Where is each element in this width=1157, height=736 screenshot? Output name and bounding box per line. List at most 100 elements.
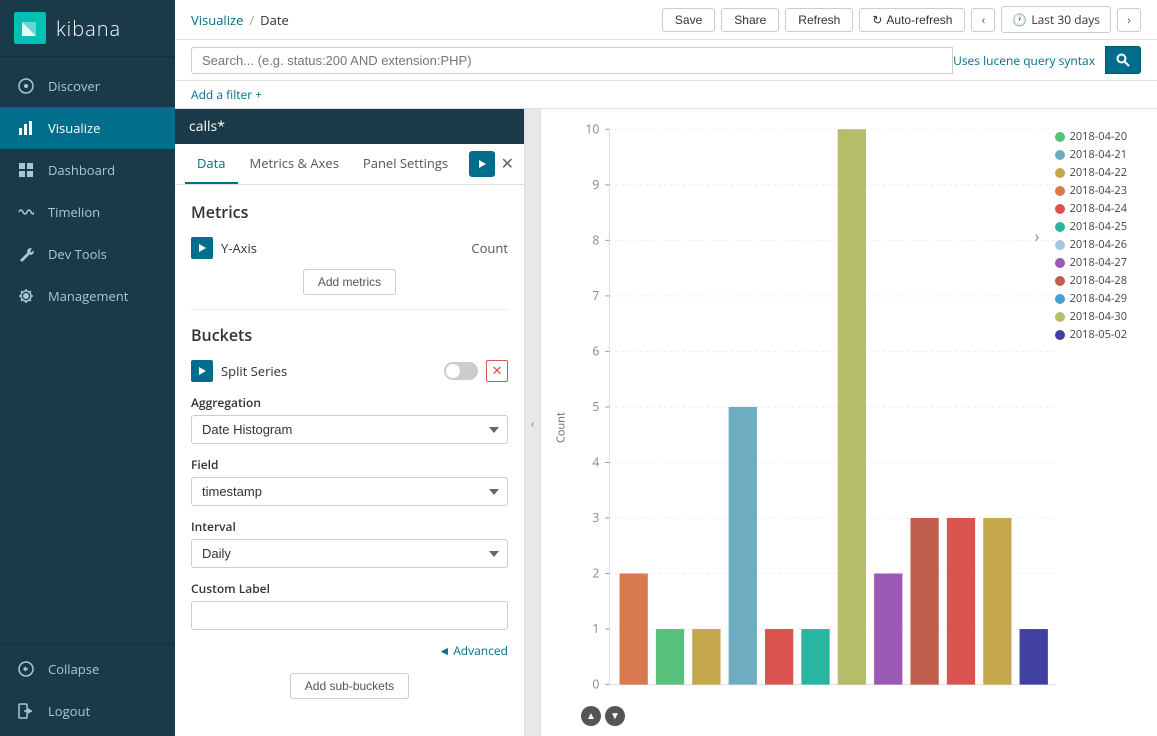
close-panel-button[interactable]: ✕ bbox=[501, 154, 514, 174]
panel-tab-actions: ✕ bbox=[469, 151, 514, 177]
add-metrics-button[interactable]: Add metrics bbox=[303, 269, 396, 295]
logout-label: Logout bbox=[48, 702, 90, 720]
sidebar-item-logout[interactable]: Logout bbox=[0, 690, 175, 732]
run-button[interactable] bbox=[469, 151, 495, 177]
add-filter-button[interactable]: Add a filter + bbox=[191, 86, 262, 103]
share-button[interactable]: Share bbox=[721, 8, 779, 32]
sidebar-item-collapse[interactable]: Collapse bbox=[0, 648, 175, 690]
bucket-split-label: Split Series bbox=[221, 362, 436, 380]
breadcrumb-sep: / bbox=[249, 11, 254, 29]
legend-color-1 bbox=[1055, 150, 1065, 160]
timelion-label: Timelion bbox=[48, 203, 100, 221]
legend-color-3 bbox=[1055, 186, 1065, 196]
save-button[interactable]: Save bbox=[662, 8, 715, 32]
prev-arrow[interactable]: ‹ bbox=[971, 8, 995, 32]
legend-item-8: 2018-04-28 bbox=[1055, 273, 1127, 288]
date-range-picker[interactable]: 🕐 Last 30 days bbox=[1001, 6, 1111, 33]
legend-label-10: 2018-04-30 bbox=[1070, 309, 1127, 324]
legend-color-11 bbox=[1055, 330, 1065, 340]
sidebar-item-management[interactable]: Management bbox=[0, 275, 175, 317]
metric-expand-button[interactable] bbox=[191, 237, 213, 259]
refresh-button[interactable]: Refresh bbox=[785, 8, 853, 32]
content-area: calls* Data Metrics & Axes Panel Setting… bbox=[175, 109, 1157, 736]
sidebar-item-timelion[interactable]: Timelion bbox=[0, 191, 175, 233]
panel-title: calls* bbox=[189, 117, 225, 136]
field-label: Field bbox=[191, 456, 508, 473]
search-button[interactable] bbox=[1105, 46, 1141, 74]
bucket-item-split-series: Split Series ✕ bbox=[191, 360, 508, 382]
legend-color-9 bbox=[1055, 294, 1065, 304]
add-sub-buckets-button[interactable]: Add sub-buckets bbox=[290, 673, 409, 699]
bar-1 bbox=[656, 629, 684, 685]
legend-label-4: 2018-04-24 bbox=[1070, 201, 1127, 216]
play-icon bbox=[197, 243, 207, 253]
collapse-handle-icon: ‹ bbox=[531, 416, 534, 430]
legend-expand-icon[interactable]: › bbox=[1035, 225, 1040, 247]
bar-5 bbox=[801, 629, 829, 685]
bar-8 bbox=[910, 518, 938, 685]
management-label: Management bbox=[48, 287, 128, 305]
svg-text:9: 9 bbox=[592, 176, 599, 193]
field-select[interactable]: timestamp bbox=[191, 477, 508, 506]
sidebar-logo: kibana bbox=[0, 0, 175, 57]
main-content: Visualize / Date Save Share Refresh ↻ Au… bbox=[175, 0, 1157, 736]
legend-label-0: 2018-04-20 bbox=[1070, 129, 1127, 144]
bar-11 bbox=[1020, 629, 1048, 685]
tab-panel-settings[interactable]: Panel Settings bbox=[351, 144, 460, 184]
custom-label-input[interactable] bbox=[191, 601, 508, 630]
breadcrumb-current: Date bbox=[260, 11, 289, 29]
search-input[interactable] bbox=[202, 53, 942, 68]
chart-bar-icon bbox=[16, 118, 36, 138]
collapse-handle[interactable]: ‹ bbox=[525, 109, 541, 736]
lucene-hint[interactable]: Uses lucene query syntax bbox=[953, 52, 1095, 69]
sidebar-nav: Discover Visualize Dashboard bbox=[0, 57, 175, 643]
svg-text:3: 3 bbox=[592, 509, 599, 526]
chart-next-button[interactable]: ▼ bbox=[605, 706, 625, 726]
sidebar-item-discover[interactable]: Discover bbox=[0, 65, 175, 107]
svg-text:7: 7 bbox=[592, 287, 599, 304]
metrics-section-title: Metrics bbox=[191, 201, 508, 223]
svg-text:4: 4 bbox=[592, 453, 599, 470]
topbar-actions: Save Share Refresh ↻ Auto-refresh ‹ 🕐 La… bbox=[662, 6, 1141, 33]
legend-color-10 bbox=[1055, 312, 1065, 322]
panel-tabs: Data Metrics & Axes Panel Settings ✕ bbox=[175, 144, 524, 185]
svg-text:10: 10 bbox=[585, 120, 599, 137]
chart-plot-area: 10 9 8 7 6 bbox=[571, 119, 1157, 736]
run-icon bbox=[477, 159, 487, 169]
custom-label-label: Custom Label bbox=[191, 580, 508, 597]
aggregation-select[interactable]: Date Histogram bbox=[191, 415, 508, 444]
breadcrumb: Visualize / Date bbox=[191, 11, 289, 29]
legend-item-0: 2018-04-20 bbox=[1055, 129, 1127, 144]
delete-bucket-button[interactable]: ✕ bbox=[486, 360, 508, 382]
sidebar-item-visualize[interactable]: Visualize bbox=[0, 107, 175, 149]
bar-4 bbox=[765, 629, 793, 685]
chart-y-label: Count bbox=[551, 119, 571, 736]
legend-item-5: 2018-04-25 bbox=[1055, 219, 1127, 234]
bar-10 bbox=[983, 518, 1011, 685]
logout-icon bbox=[16, 701, 36, 721]
metric-yaxis-label: Y-Axis bbox=[221, 239, 463, 257]
sidebar-bottom: Collapse Logout bbox=[0, 643, 175, 736]
autorefresh-button[interactable]: ↻ Auto-refresh bbox=[859, 8, 965, 32]
legend-item-4: 2018-04-24 bbox=[1055, 201, 1127, 216]
interval-select[interactable]: Daily bbox=[191, 539, 508, 568]
bucket-expand-button[interactable] bbox=[191, 360, 213, 382]
tab-data[interactable]: Data bbox=[185, 144, 238, 184]
legend-color-0 bbox=[1055, 132, 1065, 142]
sidebar-item-devtools[interactable]: Dev Tools bbox=[0, 233, 175, 275]
advanced-link[interactable]: ◄ Advanced bbox=[191, 642, 508, 659]
sidebar-item-dashboard[interactable]: Dashboard bbox=[0, 149, 175, 191]
breadcrumb-parent[interactable]: Visualize bbox=[191, 11, 243, 29]
chart-prev-button[interactable]: ▲ bbox=[581, 706, 601, 726]
toggle-switch[interactable] bbox=[444, 362, 478, 380]
next-arrow[interactable]: › bbox=[1117, 8, 1141, 32]
svg-text:6: 6 bbox=[592, 342, 599, 359]
legend-label-3: 2018-04-23 bbox=[1070, 183, 1127, 198]
collapse-icon bbox=[16, 659, 36, 679]
legend-label-2: 2018-04-22 bbox=[1070, 165, 1127, 180]
svg-text:0: 0 bbox=[592, 676, 599, 693]
tab-metrics-axes[interactable]: Metrics & Axes bbox=[238, 144, 351, 184]
section-divider bbox=[191, 309, 508, 310]
legend-item-1: 2018-04-21 bbox=[1055, 147, 1127, 162]
legend-color-2 bbox=[1055, 168, 1065, 178]
